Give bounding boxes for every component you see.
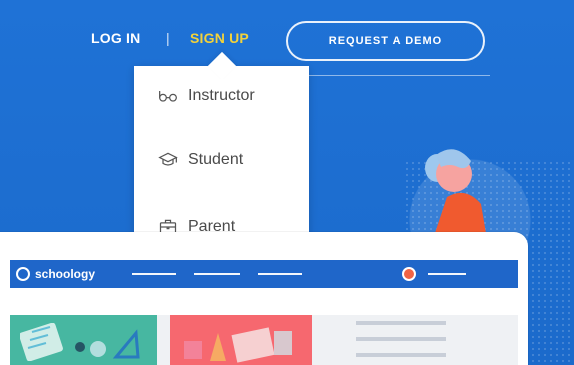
avatar-icon	[402, 267, 416, 281]
nav-placeholder-line	[194, 273, 240, 275]
schoology-wordmark: schoology	[35, 267, 96, 281]
nav-underline	[280, 75, 490, 76]
dropdown-item-label: Instructor	[188, 87, 255, 104]
app-top-bar: schoology	[10, 260, 518, 288]
placeholder-text-line	[356, 353, 446, 357]
schoology-logo: schoology	[16, 267, 95, 281]
placeholder-text-lines	[356, 321, 446, 365]
glasses-icon	[159, 91, 177, 102]
page: LOG IN | SIGN UP REQUEST A DEMO Instruct…	[0, 0, 574, 365]
science-illustration-icon	[184, 327, 292, 363]
user-placeholder-line	[428, 273, 466, 275]
schoology-mark-icon	[16, 267, 30, 281]
nav-separator: |	[166, 30, 170, 46]
dropdown-item-label: Student	[188, 151, 244, 168]
placeholder-text-line	[356, 321, 446, 325]
nav-placeholder-line	[132, 273, 176, 275]
dropdown-item-instructor[interactable]: Instructor	[158, 86, 255, 106]
login-link[interactable]: LOG IN	[91, 30, 140, 46]
graduation-cap-icon	[158, 152, 178, 166]
placeholder-text-line	[356, 337, 446, 341]
course-card-red	[170, 315, 312, 365]
content-area	[10, 315, 518, 365]
app-preview-window: schoology	[0, 232, 528, 365]
math-tools-icon	[75, 329, 140, 359]
dropdown-item-student[interactable]: Student	[158, 150, 243, 170]
nav-placeholder-line	[258, 273, 302, 275]
signup-link[interactable]: SIGN UP	[190, 30, 249, 46]
notebook-icon	[20, 323, 63, 361]
course-card-green	[10, 315, 157, 365]
request-demo-button[interactable]: REQUEST A DEMO	[286, 21, 485, 61]
